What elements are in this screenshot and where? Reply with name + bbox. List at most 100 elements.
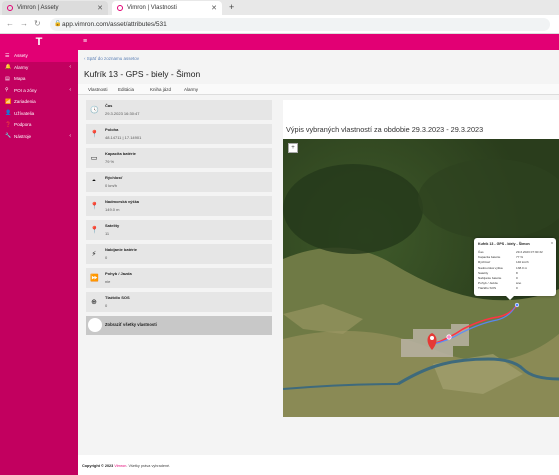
- back-to-assets-link[interactable]: ‹ Späť do zoznamu assetov: [84, 56, 139, 61]
- popup-row-value: 8: [516, 270, 518, 275]
- property-card: ▭ Kapacita batérie 79 %: [86, 148, 272, 168]
- property-label: Kapacita batérie: [105, 151, 136, 156]
- favicon-icon: [117, 5, 123, 11]
- property-label: Nabíjanie batérie: [105, 247, 138, 252]
- popup-row-value: 138.0 m: [516, 265, 528, 270]
- popup-row: Tlačidlo SOS 0: [478, 286, 556, 290]
- telekom-logo[interactable]: T: [0, 34, 78, 50]
- popup-row-label: Tlačidlo SOS: [478, 286, 497, 291]
- wifi-icon: 📶: [5, 98, 12, 105]
- popup-row-value: 140 km/h: [516, 260, 529, 265]
- browser-tab-vlastnosti[interactable]: Vimron | Vlastnosti ✕: [112, 1, 222, 15]
- map-panel-title: Výpis vybraných vlastností za obdobie 29…: [286, 125, 484, 134]
- browser-tab-title: Vimron | Assety: [17, 5, 59, 11]
- property-card: 📍 Satelity 11: [86, 220, 272, 240]
- location-pin-icon: 📍: [90, 131, 99, 138]
- property-value: 0 km/h: [105, 183, 118, 188]
- popup-title: Kufrík 13 - GPS - biely - Šimon: [478, 242, 530, 246]
- property-card: 📍 Nadmorská výška 149.0 m: [86, 196, 272, 216]
- page-tabs: Vlastnosti Editácia Kniha jázd Alarmy: [78, 84, 559, 95]
- speedometer-icon: ◓: [91, 178, 97, 185]
- browser-tab-bar: Vimron | Assety ✕ Vimron | Vlastnosti ✕ …: [0, 0, 559, 15]
- property-card: ◓ Rýchlosť 0 km/h: [86, 172, 272, 192]
- popup-row: Nadmorská výška 138.0 m: [478, 266, 556, 270]
- back-link-label: Späť do zoznamu assetov: [86, 56, 139, 61]
- tab-kniha-jazd[interactable]: Kniha jázd: [150, 87, 171, 92]
- copyright-label: Copyright © 2023: [82, 464, 114, 468]
- popup-row: Kapacita batérie 77 %: [478, 255, 556, 259]
- sidebar-item-label: Mapa: [14, 76, 26, 82]
- property-label: Čas: [105, 103, 113, 108]
- property-label: Satelity: [105, 223, 120, 228]
- zoom-in-button[interactable]: +: [288, 143, 298, 153]
- url-field[interactable]: 🔒 app.vimron.com/asset/attributes/531: [50, 18, 550, 31]
- sidebar-item-0[interactable]: ☰ Assety: [0, 50, 78, 62]
- sidebar-item-2[interactable]: ▤ Mapa: [0, 73, 78, 85]
- menu-toggle-icon[interactable]: ≡: [83, 38, 87, 45]
- fast-forward-icon: ⏩: [90, 275, 99, 282]
- clock-icon: 🕓: [90, 107, 99, 114]
- tab-vlastnosti[interactable]: Vlastnosti: [88, 87, 108, 92]
- popup-row-value: 0: [516, 286, 518, 291]
- popup-row: Čas 29.3.2023 07:30:32: [478, 250, 556, 254]
- help-icon: ❓: [5, 121, 12, 128]
- browser-tab-assety[interactable]: Vimron | Assety ✕: [2, 1, 108, 15]
- popup-row-label: Nadmorská výška: [478, 265, 503, 270]
- property-value: 0: [105, 255, 108, 260]
- map-popup: Kufrík 13 - GPS - biely - Šimon x Čas 29.…: [474, 238, 556, 300]
- address-bar: ← → ↻ 🔒 app.vimron.com/asset/attributes/…: [0, 15, 559, 34]
- list-icon: ☰: [5, 52, 10, 59]
- property-value: 48.14711 | 17.14901: [105, 135, 142, 140]
- property-card: ⚡ Nabíjanie batérie 0: [86, 244, 272, 264]
- user-icon: 👤: [5, 110, 12, 117]
- new-tab-button[interactable]: +: [229, 2, 234, 12]
- copyright-text: Copyright © 2023 Vimron. Všetky práva vy…: [82, 464, 170, 468]
- forward-arrow-icon[interactable]: →: [20, 19, 28, 28]
- property-card: ⏩ Pohyb / Jazda nie: [86, 268, 272, 288]
- lightning-icon: ⚡: [91, 251, 97, 258]
- tab-alarmy[interactable]: Alarmy: [184, 87, 198, 92]
- close-tab-icon[interactable]: ✕: [97, 4, 103, 12]
- popup-row-value: 29.3.2023 07:30:32: [516, 250, 543, 254]
- browser-tab-title: Vimron | Vlastnosti: [127, 5, 177, 11]
- main-content: ‹ Späť do zoznamu assetov Kufrík 13 - GP…: [78, 50, 559, 455]
- sidebar-item-label: Nástroje: [14, 133, 32, 139]
- popup-row-label: Rýchlosť: [478, 260, 491, 265]
- show-all-properties-button[interactable]: Zobraziť všetky vlastnosti: [86, 316, 272, 335]
- popup-row: Nabíjanie batérie 0: [478, 276, 556, 280]
- property-list: 🕓 Čas 29.3.2023 16:30:47 📍 Poloha 48.14711 | …: [86, 100, 272, 335]
- popup-close-icon[interactable]: x: [551, 240, 553, 245]
- popup-row-label: Pohyb / Jazda: [478, 281, 498, 286]
- sidebar: T ☰ Assety 🔔 Alarmy ‹ ▤ Mapa ⚲ POI a zóny ‹ 📶 Zaria…: [0, 34, 78, 475]
- popup-row-value: áno: [516, 281, 522, 286]
- sidebar-item-6[interactable]: ❓ Podpora: [0, 119, 78, 131]
- lifebuoy-icon: ⊕: [91, 299, 97, 306]
- chevron-left-icon: ‹: [69, 64, 71, 71]
- sidebar-item-1[interactable]: 🔔 Alarmy ‹: [0, 62, 78, 74]
- property-label: Rýchlosť: [105, 175, 123, 180]
- property-card: ⊕ Tlačidlo SOS 0: [86, 292, 272, 312]
- sidebar-item-5[interactable]: 👤 Užívatelia: [0, 108, 78, 120]
- property-value: 0: [105, 303, 108, 308]
- sidebar-item-7[interactable]: 🔧 Nástroje ‹: [0, 131, 78, 143]
- popup-row-label: Kapacita batérie: [478, 255, 501, 260]
- chevron-left-icon: ‹: [69, 133, 71, 140]
- sidebar-item-label: POI a zóny: [14, 87, 37, 93]
- wrench-icon: 🔧: [5, 133, 12, 140]
- map-panel: Výpis vybraných vlastností za obdobie 29…: [283, 100, 559, 417]
- satellite-map[interactable]: + Kufrík 13 - GPS - biely - Šimon x Čas 2…: [283, 139, 559, 417]
- favicon-icon: [7, 5, 13, 11]
- popup-row: Satelity 8: [478, 271, 556, 275]
- close-tab-icon[interactable]: ✕: [211, 4, 217, 12]
- reload-icon[interactable]: ↻: [34, 19, 41, 28]
- page-title: Kufrík 13 - GPS - biely - Šimon: [84, 69, 201, 79]
- sidebar-item-3[interactable]: ⚲ POI a zóny ‹: [0, 85, 78, 97]
- back-arrow-icon[interactable]: ←: [6, 19, 14, 28]
- brand-link[interactable]: Vimron: [114, 464, 126, 468]
- popup-row-value: 77 %: [516, 255, 524, 260]
- tab-editacia[interactable]: Editácia: [118, 87, 134, 92]
- sidebar-item-4[interactable]: 📶 Zariadenia: [0, 96, 78, 108]
- property-value: 29.3.2023 16:30:47: [105, 111, 140, 116]
- property-value: 11: [105, 231, 110, 236]
- footer: Copyright © 2023 Vimron. Všetky práva vy…: [78, 455, 559, 475]
